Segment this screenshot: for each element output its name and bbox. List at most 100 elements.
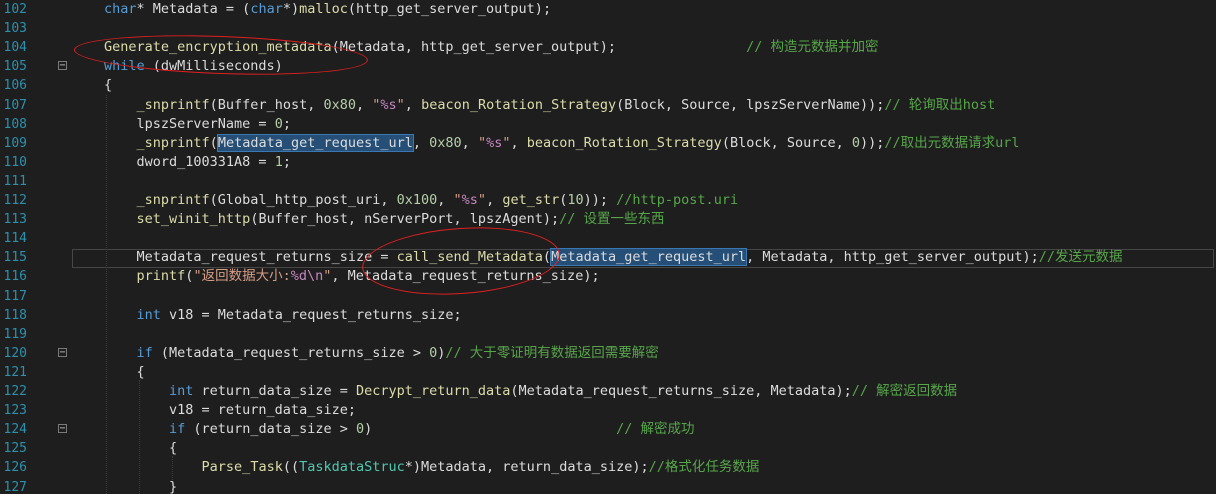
code-token: { [104,77,113,94]
code-line[interactable]: 126 Parse_Task((TaskdataStruc*)Metadata,… [0,458,1216,477]
code-token: Generate_encryption_metadata [104,39,332,56]
code-line[interactable]: 109 _snprintf(Metadata_get_request_url, … [0,133,1216,153]
code-text[interactable]: printf("返回数据大小:%d\n", Metadata_request_r… [104,267,600,286]
code-text[interactable]: _snprintf(Metadata_get_request_url, 0x80… [104,133,1020,153]
code-text[interactable]: } [104,478,177,494]
code-text[interactable]: int v18 = Metadata_request_returns_size; [104,306,462,325]
code-line[interactable]: 108 lpszServerName = 0; [0,115,1216,134]
code-text[interactable]: Metadata_request_returns_size = call_sen… [104,248,1123,267]
line-number: 102 [3,2,27,17]
code-token: " [396,96,405,113]
line-number: 108 [3,116,27,132]
line-number: 126 [3,460,27,476]
code-token: _snprintf [136,134,210,151]
code-token: beacon_Rotation_Strategy [526,134,722,151]
code-token: (( [282,459,300,476]
code-text[interactable]: { [104,439,177,458]
code-text[interactable]: lpszServerName = 0; [104,115,291,134]
code-token: //http-post.uri [616,192,739,208]
code-token: *) [282,1,300,17]
code-token: { [104,363,145,380]
code-token: TaskdataStruc [299,459,405,476]
line-number: 110 [3,154,27,170]
line-number: 122 [3,384,27,399]
code-token: , [461,134,478,151]
line-number: 104 [3,40,27,56]
code-line[interactable]: 102 char* Metadata = (char*)malloc(http_g… [0,0,1216,19]
code-token: // 轮询取出host [884,96,996,113]
code-text[interactable]: _snprintf(Buffer_host, 0x80, "%s", beaco… [104,96,996,115]
code-token: , [412,134,430,151]
code-line[interactable]: 104 Generate_encryption_metadata(Metadata… [0,38,1216,57]
code-text[interactable]: { [104,363,145,382]
code-line[interactable]: 127 } [0,478,1216,494]
code-line[interactable]: 111 [0,172,1216,191]
code-token: (Block, Source, lpszServerName)); [616,96,885,113]
code-line[interactable]: 118 int v18 = Metadata_request_returns_s… [0,306,1216,325]
code-text[interactable]: while (dwMilliseconds) [104,57,283,76]
code-editor[interactable]: 102 char* Metadata = (char*)malloc(http_g… [0,0,1216,494]
code-token: (dwMilliseconds) [144,58,283,75]
code-text[interactable]: dword_100331A8 = 1; [104,153,291,172]
code-line[interactable]: 105 − while (dwMilliseconds) [0,57,1216,76]
fold-collapse-icon[interactable]: − [58,424,67,434]
code-token: )); [860,134,885,151]
code-line[interactable]: 114 [0,229,1216,248]
code-token: char [250,1,283,17]
code-token: beacon_Rotation_Strategy [421,96,617,113]
code-token: //发送元数据 [1038,249,1123,266]
fold-collapse-icon[interactable]: − [58,347,67,357]
code-token: int [169,383,194,399]
code-token: printf [136,268,186,285]
code-text[interactable]: set_winit_http(Buffer_host, nServerPort,… [104,210,665,229]
code-line[interactable]: 106 { [0,76,1216,95]
code-text[interactable]: if (Metadata_request_returns_size > 0)//… [104,344,659,363]
line-number: 119 [3,326,27,342]
line-number: 121 [3,364,27,380]
code-line[interactable]: 124 − if (return_data_size > 0) // 解密成功 [0,420,1216,439]
code-token: 0 [851,134,861,151]
code-token: _snprintf [136,96,210,113]
code-token: (return_data_size > [185,421,356,438]
code-text[interactable]: { [104,76,112,95]
code-line[interactable]: 125 { [0,439,1216,458]
line-number: 105 [3,59,27,75]
code-line[interactable]: 107 _snprintf(Buffer_host, 0x80, "%s", b… [0,96,1216,115]
code-line[interactable]: 112 _snprintf(Global_http_post_uri, 0x10… [0,191,1216,210]
code-line[interactable]: 103 [0,19,1216,38]
code-line[interactable]: 110 dword_100331A8 = 1; [0,153,1216,172]
code-text[interactable]: int return_data_size = Decrypt_return_da… [104,382,957,401]
code-line[interactable]: 122 int return_data_size = Decrypt_retur… [0,382,1216,401]
code-text[interactable]: char* Metadata = (char*)malloc(http_get_… [104,0,551,19]
code-token: (Metadata, http_get_server_output); [331,39,747,56]
code-token: ( [542,249,552,266]
code-token: " [453,192,462,208]
code-token: dword_100331A8 = [104,153,275,170]
code-line[interactable]: 117 [0,287,1216,306]
line-number: 118 [3,307,27,323]
code-text[interactable]: v18 = return_data_size; [104,401,356,420]
code-text[interactable]: Generate_encryption_metadata(Metadata, h… [104,38,878,57]
code-token: Decrypt_return_data [355,383,511,399]
code-line[interactable]: 119 [0,325,1216,344]
code-text[interactable]: Parse_Task((TaskdataStruc*)Metadata, ret… [104,458,760,477]
code-token: // 设置一些东西 [559,211,665,228]
code-line[interactable]: 116 printf("返回数据大小:%d\n", Metadata_reque… [0,267,1216,286]
code-line[interactable]: 123 v18 = return_data_size; [0,401,1216,420]
code-token: , [510,134,527,151]
code-token: // 解密成功 [616,421,695,438]
code-line[interactable]: 115 Metadata_request_returns_size = call… [0,248,1216,267]
code-text[interactable]: _snprintf(Global_http_post_uri, 0x100, "… [104,191,739,210]
line-number: 125 [3,441,27,457]
line-number: 124 [3,422,27,438]
code-line[interactable]: 120 − if (Metadata_request_returns_size >… [0,344,1216,363]
code-line[interactable]: 121 { [0,363,1216,382]
fold-collapse-icon[interactable]: − [58,61,67,71]
code-text[interactable]: if (return_data_size > 0) // 解密成功 [104,420,694,439]
code-token: , [355,96,373,113]
code-line[interactable]: 113 set_winit_http(Buffer_host, nServerP… [0,210,1216,229]
code-token: } [104,478,178,494]
